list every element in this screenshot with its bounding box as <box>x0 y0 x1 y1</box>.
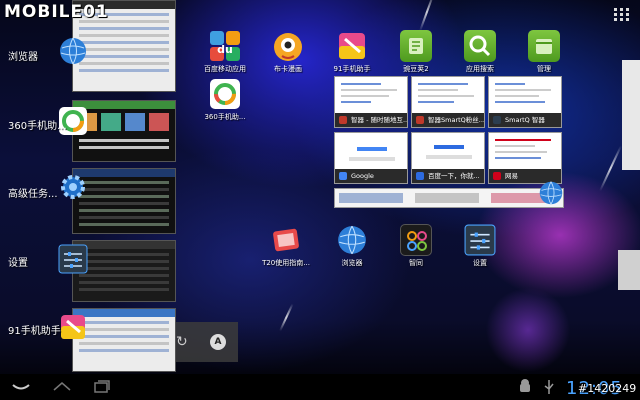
app-t20-guide[interactable]: T20使用指南... <box>256 224 316 268</box>
bookmark-tile[interactable]: Google <box>334 132 408 184</box>
recent-label-task-manager: 高级任务... <box>8 189 58 200</box>
app-buka[interactable]: 布卡漫画 <box>258 30 318 74</box>
light-streak <box>599 145 623 192</box>
right-edge-panel <box>622 60 640 170</box>
zhitong-icon <box>400 224 432 256</box>
app-label: 应用搜索 <box>466 65 494 73</box>
browser-bookmarks-widget: 智器 - 随时随地互... 智器SmartQ粉丝... SmartQ 智器 Go… <box>334 76 564 210</box>
favicon <box>339 172 347 180</box>
app-browser[interactable]: 浏览器 <box>322 224 382 268</box>
app-baidu[interactable]: du 百度移动应用 <box>195 30 255 74</box>
recent-label-91: 91手机助手 <box>8 326 61 337</box>
app-label: 91手机助手 <box>333 65 371 73</box>
app-label: 智同 <box>409 259 423 267</box>
usb-icon <box>542 378 556 396</box>
svg-text:du: du <box>217 43 233 56</box>
home-button[interactable] <box>52 378 72 396</box>
bookmark-tile[interactable]: 智器SmartQ粉丝... <box>411 76 485 128</box>
favicon <box>339 116 347 124</box>
app-zhitong[interactable]: 智同 <box>386 224 446 268</box>
baidu-app-icon: du <box>209 30 241 62</box>
buka-comic-icon <box>272 30 304 62</box>
manager-icon <box>528 30 560 62</box>
bookmark-title: 智器 - 随时随地互... <box>351 116 407 124</box>
bookmark-tile[interactable]: 智器 - 随时随地互... <box>334 76 408 128</box>
globe-icon <box>336 224 368 256</box>
recent-apps-panel: 浏览器 360手机助... 高级任务... 设置 91手机助手 <box>0 0 178 372</box>
recent-label-settings: 设置 <box>8 258 28 269</box>
favicon <box>493 116 501 124</box>
app-label: 设置 <box>473 259 487 267</box>
favicon <box>416 116 424 124</box>
favicon <box>416 172 424 180</box>
gear-icon <box>58 172 88 202</box>
right-edge-panel <box>618 250 640 290</box>
all-apps-button[interactable] <box>614 8 630 22</box>
app-manager[interactable]: 管理 <box>514 30 574 74</box>
app-91[interactable]: 91手机助手 <box>322 30 382 74</box>
auto-rotate-icon[interactable]: A <box>210 334 226 350</box>
91-assistant-icon <box>336 30 368 62</box>
app-wandoujia[interactable]: 豌豆荚2 <box>386 30 446 74</box>
app-search[interactable]: 应用搜索 <box>450 30 510 74</box>
bookmark-tile[interactable]: 百度一下，你就... <box>411 132 485 184</box>
back-button[interactable] <box>10 378 32 396</box>
wandoujia-icon <box>400 30 432 62</box>
app-label: 百度移动应用 <box>204 65 246 73</box>
android-debug-icon <box>518 378 532 396</box>
app-360[interactable]: 360手机助... <box>195 78 255 122</box>
bookmark-row-partial[interactable] <box>334 188 564 208</box>
app-label: 360手机助... <box>204 113 246 121</box>
bookmark-title: Google <box>351 172 374 180</box>
360-assistant-icon <box>209 78 241 110</box>
favicon <box>493 172 501 180</box>
bookmark-title: 百度一下，你就... <box>428 172 480 180</box>
app-label: 浏览器 <box>341 259 363 267</box>
globe-icon <box>58 36 88 66</box>
bookmark-tile[interactable]: SmartQ 智器 <box>488 76 562 128</box>
settings-icon <box>464 224 496 256</box>
navigation-bar <box>0 374 640 400</box>
91-assistant-icon <box>58 312 88 342</box>
settings-icon <box>58 244 88 274</box>
app-label: 布卡漫画 <box>274 65 302 73</box>
app-label: 管理 <box>537 65 551 73</box>
app-label: 豌豆荚2 <box>403 65 429 73</box>
globe-icon <box>538 180 564 210</box>
bookmark-title: 智器SmartQ粉丝... <box>428 116 484 124</box>
light-streak <box>279 303 294 332</box>
app-settings[interactable]: 设置 <box>450 224 510 268</box>
bookmark-title: SmartQ 智器 <box>505 116 545 124</box>
bookmark-tile[interactable]: 网易 <box>488 132 562 184</box>
bookmark-title: 网易 <box>505 172 518 180</box>
app-label: T20使用指南... <box>262 259 310 267</box>
watermark-logo: MOBILE01 <box>4 2 109 22</box>
light-streak <box>419 0 435 32</box>
recent-label-browser: 浏览器 <box>8 52 38 63</box>
recent-label-360: 360手机助... <box>8 121 67 132</box>
watermark-id: #1420249 <box>578 382 637 395</box>
widget-toolbar: ↻ A <box>172 322 238 362</box>
t20-guide-icon <box>270 224 302 256</box>
app-search-icon <box>464 30 496 62</box>
recent-apps-button[interactable] <box>92 378 112 396</box>
